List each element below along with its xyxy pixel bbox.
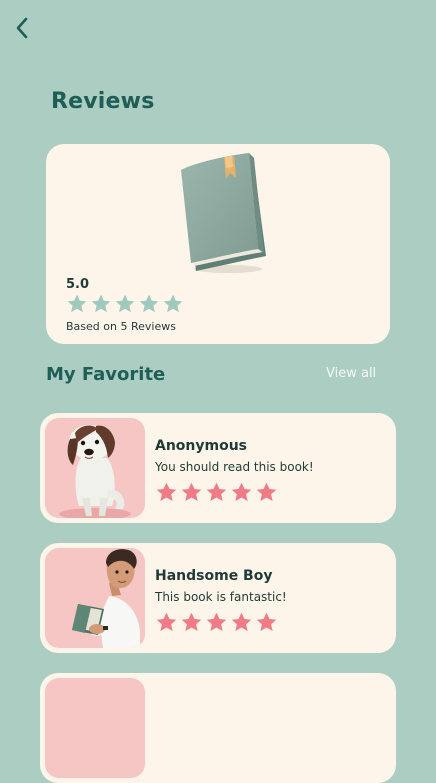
reviewer-name: Anonymous bbox=[155, 438, 248, 454]
reviews-count: Based on 5 Reviews bbox=[66, 320, 176, 333]
star-icon bbox=[115, 294, 135, 313]
book-icon bbox=[181, 153, 266, 273]
review-card-partial[interactable] bbox=[40, 673, 396, 783]
star-icon bbox=[256, 612, 277, 632]
review-card[interactable]: Anonymous You should read this book! bbox=[40, 413, 396, 523]
star-icon bbox=[181, 482, 202, 502]
star-icon bbox=[156, 612, 177, 632]
summary-star-rating bbox=[66, 293, 184, 315]
dog-avatar-icon bbox=[59, 424, 131, 518]
chevron-left-icon bbox=[16, 17, 28, 39]
star-icon bbox=[139, 294, 159, 313]
review-card[interactable]: Handsome Boy This book is fantastic! bbox=[40, 543, 396, 653]
star-icon bbox=[91, 294, 111, 313]
review-star-rating bbox=[155, 611, 278, 634]
review-text: You should read this book! bbox=[155, 460, 314, 474]
boy-with-book-avatar-icon bbox=[72, 549, 140, 648]
back-button[interactable] bbox=[10, 14, 36, 42]
avatar bbox=[45, 678, 145, 778]
star-icon bbox=[231, 482, 252, 502]
star-icon bbox=[156, 482, 177, 502]
star-icon bbox=[163, 294, 183, 313]
star-icon bbox=[206, 612, 227, 632]
review-star-rating bbox=[155, 481, 278, 504]
star-icon bbox=[181, 612, 202, 632]
review-text: This book is fantastic! bbox=[155, 590, 287, 604]
star-icon bbox=[206, 482, 227, 502]
section-title: My Favorite bbox=[46, 364, 166, 385]
star-icon bbox=[67, 294, 87, 313]
reviewer-name: Handsome Boy bbox=[155, 568, 273, 584]
avatar bbox=[45, 418, 145, 518]
view-all-link[interactable]: View all bbox=[326, 366, 376, 381]
page-title: Reviews bbox=[51, 89, 155, 114]
star-icon bbox=[231, 612, 252, 632]
star-icon bbox=[256, 482, 277, 502]
rating-value: 5.0 bbox=[66, 277, 90, 292]
avatar bbox=[45, 548, 145, 648]
